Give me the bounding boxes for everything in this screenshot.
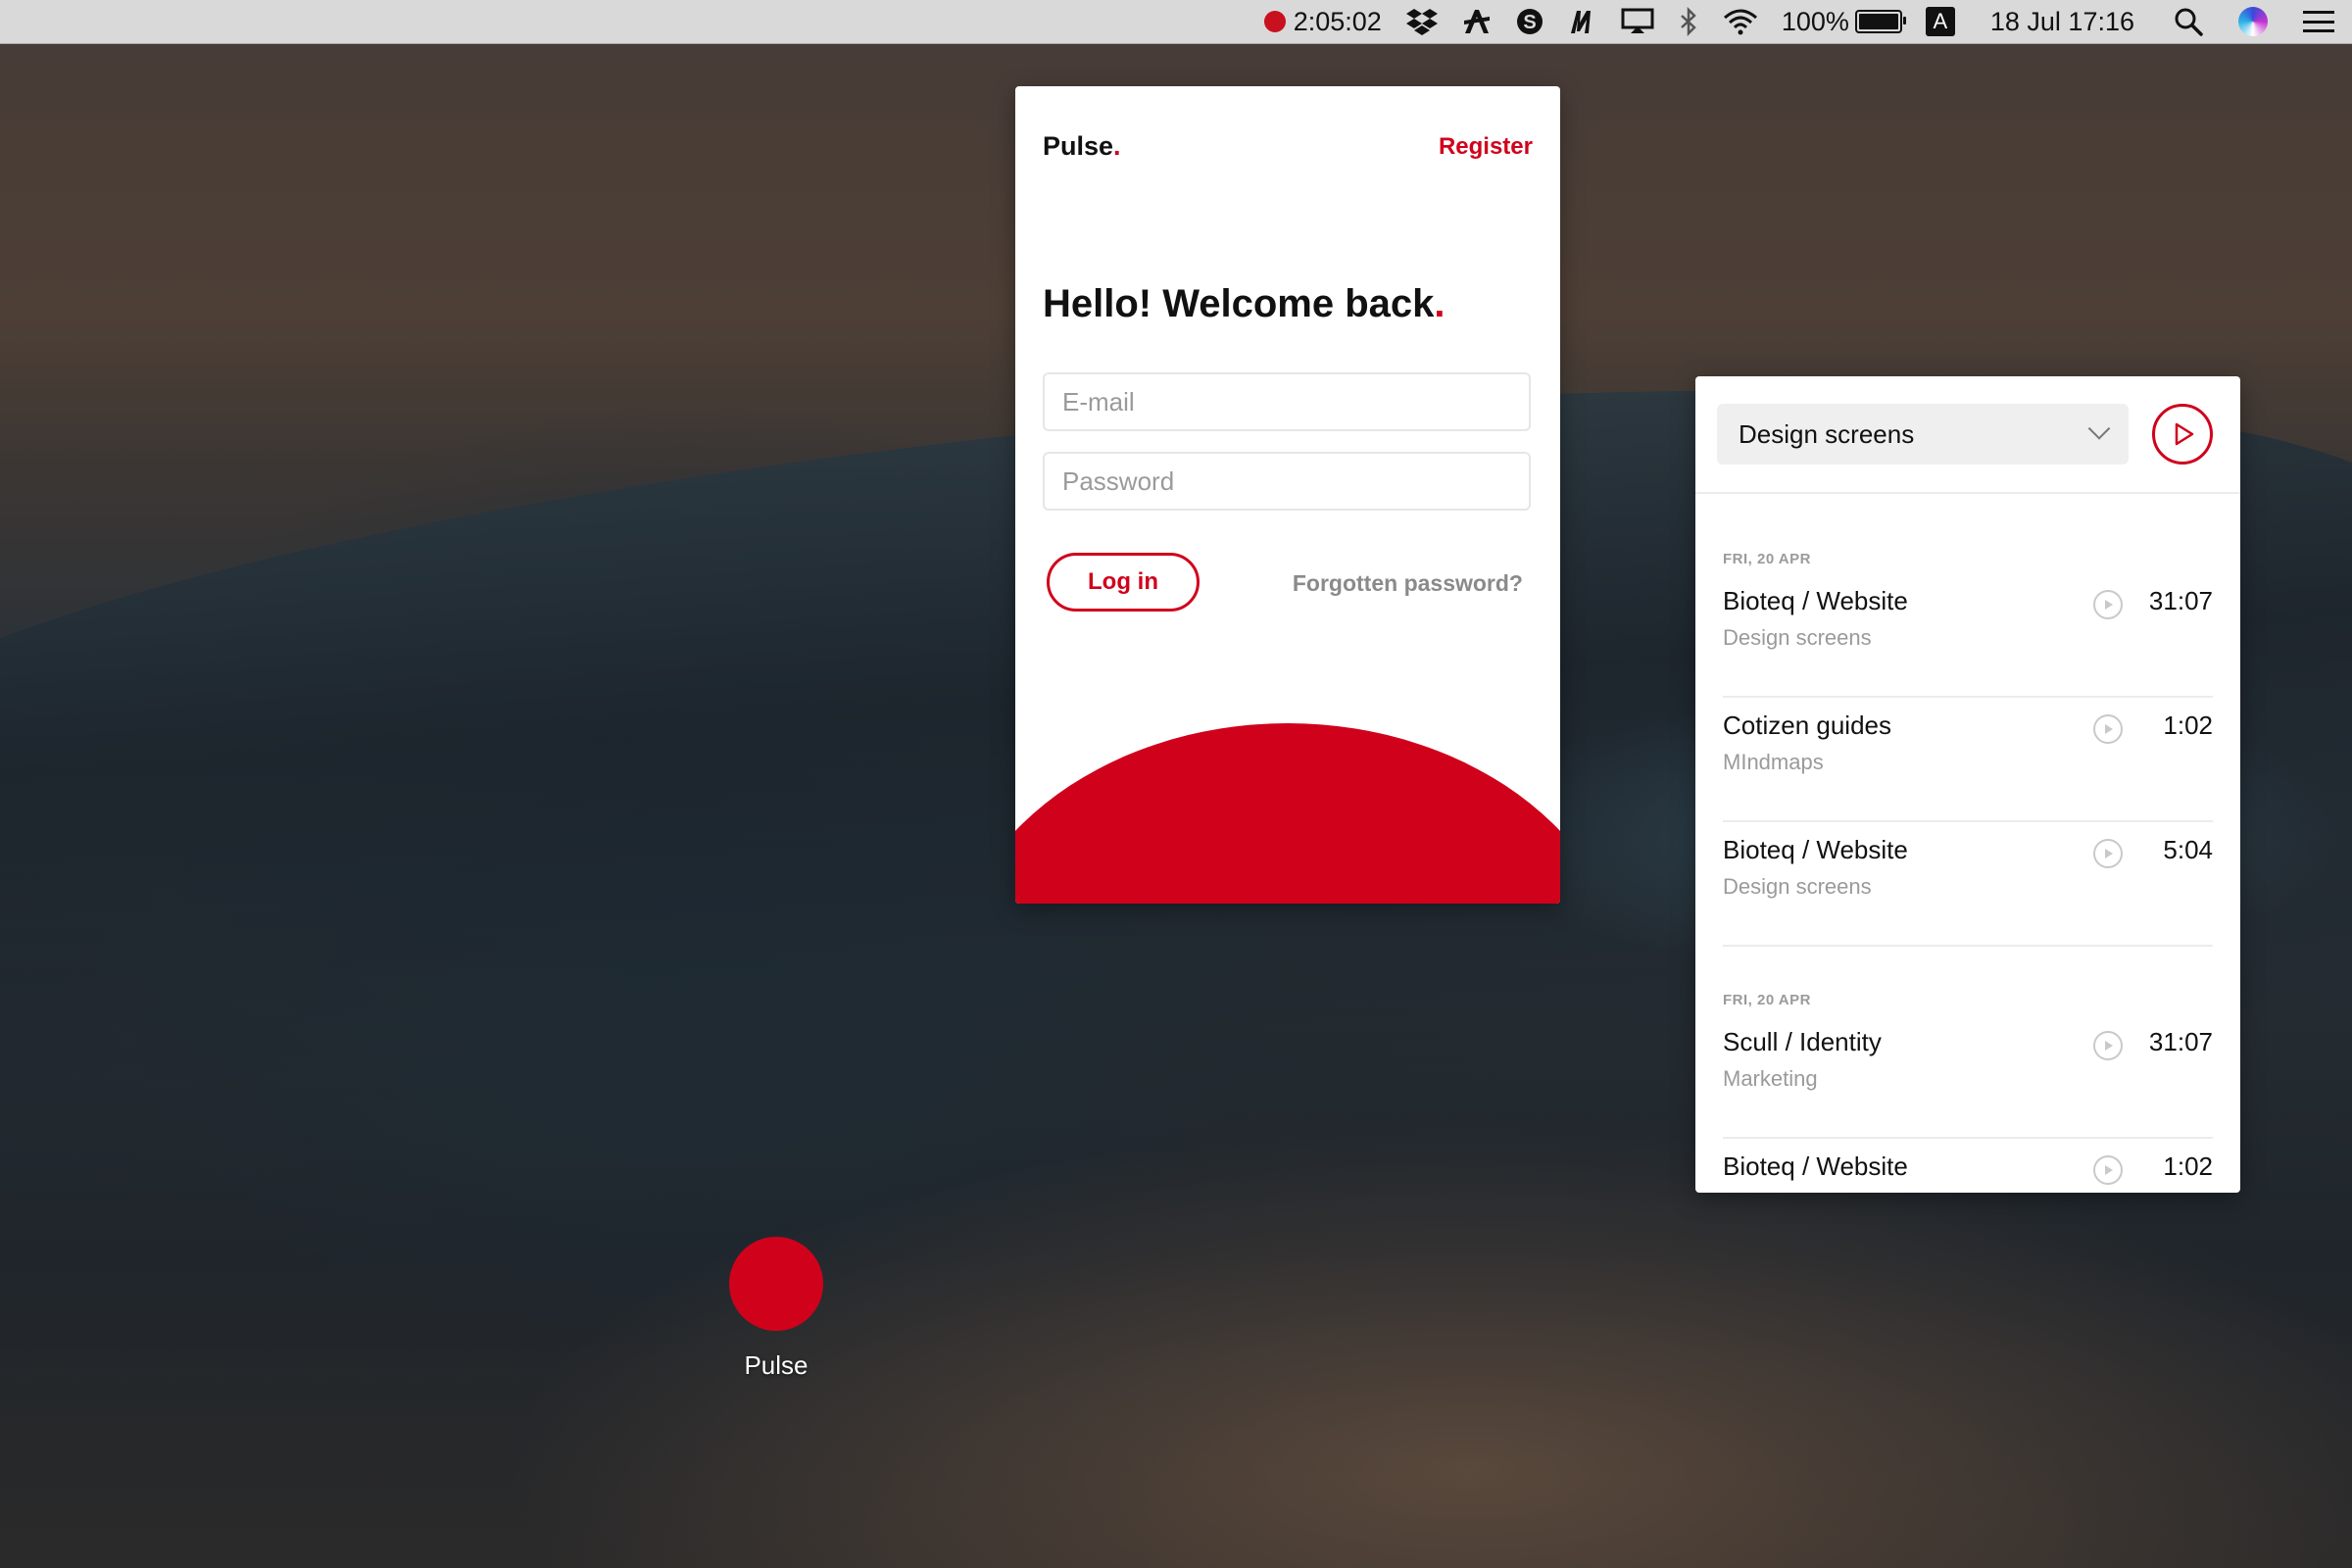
entry-subtitle: MIndmaps <box>1723 750 1824 774</box>
entry-subtitle: Marketing <box>1723 1066 1818 1091</box>
ai-assistant-icon[interactable] <box>1462 0 1492 43</box>
pulse-app-label[interactable]: Pulse <box>727 1350 825 1381</box>
siri-icon[interactable] <box>2238 0 2268 43</box>
play-entry-icon[interactable] <box>2093 1155 2123 1185</box>
brand-logo: Pulse. <box>1043 131 1121 161</box>
play-entry-icon[interactable] <box>2093 1031 2123 1060</box>
notification-center-icon[interactable] <box>2303 0 2352 43</box>
entry-duration: 5:04 <box>2163 835 2213 864</box>
list-item[interactable]: Bioteq / Website 1:02 <box>1723 1140 2213 1193</box>
email-field[interactable] <box>1043 372 1531 431</box>
welcome-heading: Hello! Welcome back. <box>1043 282 1446 325</box>
recording-indicator[interactable]: 2:05:02 <box>1263 0 1382 43</box>
record-icon <box>1263 11 1286 32</box>
entries-list[interactable]: FRI, 20 APR Bioteq / Website Design scre… <box>1695 494 2240 1193</box>
entry-title: Bioteq / Website <box>1723 586 1908 615</box>
wifi-icon[interactable] <box>1723 0 1758 43</box>
list-item[interactable]: Scull / Identity Marketing 31:07 <box>1723 1015 2213 1139</box>
start-timer-button[interactable] <box>2152 404 2213 465</box>
bluetooth-icon[interactable] <box>1678 0 1699 43</box>
entry-title: Cotizen guides <box>1723 710 1891 740</box>
password-field[interactable] <box>1043 452 1531 511</box>
svg-text:S: S <box>1523 12 1536 33</box>
divider <box>1723 820 2213 822</box>
recording-time: 2:05:02 <box>1293 6 1382 36</box>
login-button[interactable]: Log in <box>1047 553 1200 612</box>
list-item[interactable]: Cotizen guides MIndmaps 1:02 <box>1723 699 2213 822</box>
selected-project: Design screens <box>1739 418 1915 449</box>
date-header: FRI, 20 APR <box>1723 551 1811 567</box>
battery-percent: 100% <box>1781 6 1849 36</box>
dropbox-icon[interactable] <box>1405 0 1439 43</box>
entry-duration: 1:02 <box>2163 710 2213 740</box>
pulse-app-icon[interactable] <box>729 1237 823 1331</box>
battery-icon <box>1854 10 1906 33</box>
register-link[interactable]: Register <box>1439 133 1533 161</box>
login-window: Pulse. Register Hello! Welcome back. Log… <box>1015 86 1560 904</box>
display-icon[interactable] <box>1621 0 1654 43</box>
spotlight-search-icon[interactable] <box>2174 0 2203 43</box>
clock[interactable]: 18 Jul 17:16 <box>1990 0 2134 43</box>
play-icon <box>2175 422 2194 446</box>
project-dropdown[interactable]: Design screens <box>1717 404 2129 465</box>
divider <box>1723 945 2213 947</box>
input-source-menu[interactable]: A <box>1925 0 1955 43</box>
divider <box>1723 696 2213 698</box>
entry-title: Bioteq / Website <box>1723 1152 1908 1181</box>
entry-duration: 31:07 <box>2148 1027 2213 1056</box>
input-source-badge: A <box>1925 7 1955 36</box>
play-entry-icon[interactable] <box>2093 590 2123 619</box>
divider <box>1723 1137 2213 1139</box>
date-header: FRI, 20 APR <box>1723 992 1811 1008</box>
menu-bar: 2:05:02 S 100% A 18 Jul 17:16 <box>0 0 2352 44</box>
entry-subtitle: Design screens <box>1723 874 1872 899</box>
tracker-header: Design screens <box>1695 376 2240 494</box>
play-entry-icon[interactable] <box>2093 714 2123 744</box>
skype-icon[interactable]: S <box>1515 0 1544 43</box>
play-entry-icon[interactable] <box>2093 839 2123 868</box>
list-item[interactable]: Bioteq / Website Design screens 31:07 <box>1723 574 2213 698</box>
entry-duration: 1:02 <box>2163 1152 2213 1181</box>
entry-title: Scull / Identity <box>1723 1027 1882 1056</box>
forgot-password-link[interactable]: Forgotten password? <box>1293 570 1523 597</box>
entry-duration: 31:07 <box>2148 586 2213 615</box>
chevron-down-icon <box>2087 417 2111 440</box>
datetime-text: 18 Jul 17:16 <box>1989 6 2134 36</box>
list-item[interactable]: Bioteq / Website Design screens 5:04 <box>1723 823 2213 947</box>
battery-status[interactable]: 100% <box>1781 0 1906 43</box>
entry-subtitle: Design screens <box>1723 625 1872 650</box>
m-app-icon[interactable] <box>1568 0 1597 43</box>
entry-title: Bioteq / Website <box>1723 835 1908 864</box>
time-tracker-panel: Design screens FRI, 20 APR Bioteq / Webs… <box>1695 376 2240 1193</box>
decorative-arc <box>1015 723 1560 904</box>
